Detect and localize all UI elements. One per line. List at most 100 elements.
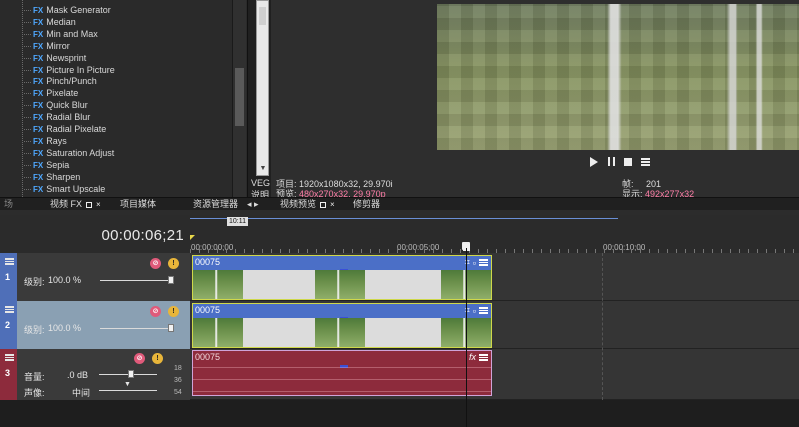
- tab-trimmer[interactable]: 修剪器: [353, 198, 380, 210]
- fx-list-item[interactable]: FX Pixelate: [24, 87, 78, 99]
- play-button[interactable]: [589, 156, 599, 167]
- clip-header[interactable]: 00075 ⌗ ▫: [193, 256, 491, 270]
- fx-list-item[interactable]: FX Pinch/Punch: [24, 75, 97, 87]
- pause-button[interactable]: [606, 156, 616, 167]
- fx-list-item[interactable]: FX Radial Blur: [24, 111, 90, 123]
- mute-icon[interactable]: ⊘: [150, 306, 161, 317]
- db-mark: 36: [174, 377, 182, 384]
- fx-item-label: Smart Upscale: [46, 183, 106, 194]
- track-header-3-audio[interactable]: 3 ⊘ ! 音量: .0 dB 声像: 中间 ▼ 18 36 54: [0, 349, 190, 400]
- fx-list-item[interactable]: FX Quick Blur: [24, 99, 88, 111]
- mute-icon[interactable]: ⊘: [150, 258, 161, 269]
- thumbnail: [193, 270, 243, 299]
- tree-connector: [24, 33, 32, 35]
- scroll-down-arrow-icon[interactable]: ▼: [258, 164, 268, 174]
- marker-flag-icon[interactable]: [190, 235, 195, 240]
- pan-value: 中间: [72, 388, 91, 398]
- tree-connector: [24, 188, 32, 190]
- tree-connector: [24, 129, 32, 131]
- video-track-lane-1[interactable]: 00075 ⌗ ▫: [190, 253, 799, 301]
- fx-list-item[interactable]: FX Radial Pixelate: [24, 123, 106, 135]
- fx-list-scroll-thumb[interactable]: [235, 68, 244, 126]
- maximize-icon[interactable]: [320, 201, 327, 208]
- tab-project-media[interactable]: 项目媒体: [120, 198, 156, 210]
- explorer-scroll-thumb[interactable]: [259, 7, 266, 25]
- fx-list-item[interactable]: FX Sepia: [24, 159, 69, 171]
- audio-track-lane-3[interactable]: 00075 fx: [190, 349, 799, 400]
- waveform-line: [193, 391, 491, 392]
- pan-pointer-icon[interactable]: ▼: [124, 381, 131, 388]
- solo-icon[interactable]: !: [152, 353, 163, 364]
- hamburger-icon[interactable]: [5, 354, 14, 361]
- tab-explorer[interactable]: 资源管理器: [193, 198, 238, 210]
- hamburger-icon[interactable]: [479, 259, 488, 266]
- solo-icon[interactable]: !: [168, 258, 179, 269]
- fx-list-item[interactable]: FX Picture In Picture: [24, 64, 115, 76]
- fx-list-item[interactable]: FX Newsprint: [24, 52, 86, 64]
- fx-list-item[interactable]: FX Saturation Adjust: [24, 147, 114, 159]
- fx-item-label: Mirror: [46, 40, 70, 51]
- hamburger-icon[interactable]: [5, 258, 14, 265]
- fx-badge-icon: FX: [33, 77, 44, 87]
- solo-icon[interactable]: !: [168, 306, 179, 317]
- pan-slider-track[interactable]: [99, 390, 157, 391]
- video-clip[interactable]: 00075 ⌗ ▫: [192, 303, 492, 348]
- level-slider-knob[interactable]: [168, 324, 174, 332]
- hamburger-icon[interactable]: [479, 307, 488, 314]
- mute-icon[interactable]: ⊘: [134, 353, 145, 364]
- maximize-icon[interactable]: [86, 201, 93, 208]
- level-label: 级别:: [24, 325, 45, 335]
- hamburger-icon[interactable]: [479, 353, 488, 361]
- pause-icon: [607, 157, 615, 166]
- tree-connector: [24, 152, 32, 154]
- tree-connector: [24, 22, 32, 24]
- fx-list-item[interactable]: FX Smart Upscale: [24, 183, 105, 195]
- volume-slider-knob[interactable]: [128, 370, 134, 378]
- loop-region-bar[interactable]: [190, 218, 618, 219]
- preview-menu-button[interactable]: [640, 156, 650, 167]
- fx-list-item[interactable]: FX Mirror: [24, 40, 70, 52]
- fx-item-label: Median: [46, 16, 76, 27]
- audio-clip[interactable]: 00075 fx: [192, 350, 492, 396]
- tab-video-preview[interactable]: 视频预览 ×: [280, 198, 335, 210]
- fx-list-item[interactable]: FX Rays: [24, 135, 67, 147]
- tab-partial[interactable]: 场: [4, 198, 13, 210]
- timeline-empty-area[interactable]: [0, 400, 799, 427]
- timeline-ruler[interactable]: 10:11 00:00:00;00 00:00:05;00 00:00:10;0…: [190, 215, 799, 253]
- explorer-scrollbar[interactable]: ▼: [256, 0, 269, 176]
- fx-list-item[interactable]: FX Mask Generator: [24, 4, 111, 16]
- playhead-line[interactable]: [466, 248, 467, 427]
- lock-icon[interactable]: ▫: [473, 258, 476, 268]
- video-track-lane-2[interactable]: 00075 ⌗ ▫: [190, 301, 799, 349]
- timecode-display[interactable]: 00:00:06;21: [101, 227, 184, 244]
- fx-item-label: Min and Max: [46, 28, 98, 39]
- level-slider-track[interactable]: [100, 328, 170, 329]
- lock-icon[interactable]: ▫: [473, 306, 476, 316]
- grid-line: [602, 253, 603, 400]
- level-value: 100.0 %: [48, 275, 82, 285]
- fx-list-item[interactable]: FX Median: [24, 16, 76, 28]
- clip-header[interactable]: 00075 ⌗ ▫: [193, 304, 491, 318]
- clip-name: 00075: [195, 257, 221, 267]
- fx-list-item[interactable]: FX Min and Max: [24, 28, 98, 40]
- clip-name: 00075: [195, 352, 221, 362]
- level-slider-track[interactable]: [100, 280, 170, 281]
- video-clip[interactable]: 00075 ⌗ ▫: [192, 255, 492, 300]
- fx-list-scrollbar[interactable]: [232, 0, 246, 197]
- fx-list-item[interactable]: FX Sharpen: [24, 171, 80, 183]
- level-slider-knob[interactable]: [168, 276, 174, 284]
- video-preview-panel: 项目: 1920x1080x32, 29.970i 预览: 480x270x32…: [271, 0, 799, 199]
- tab-nav-arrows[interactable]: ◂ ▸: [247, 198, 259, 210]
- preview-transport-controls: [589, 156, 650, 168]
- track-header-2[interactable]: 2 ⊘ ! 级别: 100.0 %: [0, 301, 190, 349]
- fx-icon[interactable]: fx: [469, 352, 476, 362]
- tab-video-fx[interactable]: 视频 FX ×: [50, 198, 101, 210]
- hamburger-icon[interactable]: [5, 306, 14, 313]
- track-color-strip: 1: [0, 253, 17, 301]
- marker-label[interactable]: 10:11: [227, 217, 248, 226]
- stop-button[interactable]: [623, 156, 633, 167]
- fx-badge-icon: FX: [33, 184, 44, 194]
- track-color-strip: 3: [0, 349, 17, 400]
- hamburger-icon: [640, 157, 650, 166]
- track-header-1[interactable]: 1 ⊘ ! 级别: 100.0 %: [0, 253, 190, 301]
